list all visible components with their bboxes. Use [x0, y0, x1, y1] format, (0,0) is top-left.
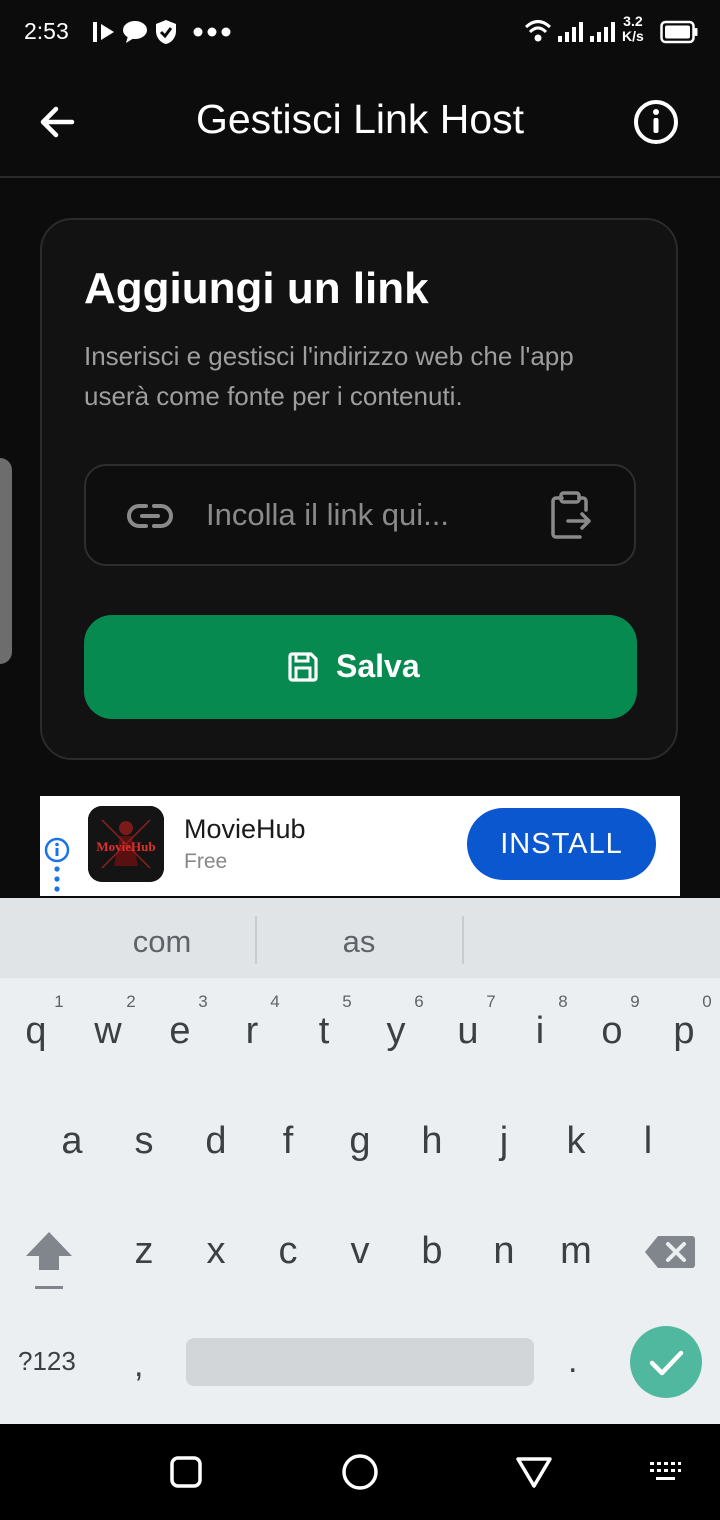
key-j[interactable]: j	[474, 1120, 534, 1163]
page-title: Gestisci Link Host	[195, 96, 525, 142]
key-r[interactable]: r	[222, 1010, 282, 1053]
key-d[interactable]: d	[186, 1120, 246, 1163]
card-description: Inserisci e gestisci l'indirizzo web che…	[84, 341, 574, 411]
info-icon[interactable]	[632, 98, 680, 146]
card-title: Aggiungi un link	[84, 264, 429, 313]
suggestion-divider	[255, 916, 257, 964]
suggestion-divider	[462, 916, 464, 964]
link-input-placeholder: Incolla il link qui...	[206, 497, 449, 532]
key-hint-9: 9	[630, 992, 640, 1011]
period-key[interactable]: .	[568, 1342, 577, 1381]
net-speed-value: 3.2	[623, 13, 643, 29]
back-triangle-icon[interactable]	[514, 1454, 554, 1490]
key-hint-5: 5	[342, 992, 352, 1011]
symbols-key[interactable]: ?123	[18, 1346, 76, 1377]
key-h[interactable]: h	[402, 1120, 462, 1163]
key-hint-2: 2	[126, 992, 136, 1011]
backspace-key-icon[interactable]	[644, 1234, 696, 1270]
key-hint-3: 3	[198, 992, 208, 1011]
key-k[interactable]: k	[546, 1120, 606, 1163]
edge-panel-handle[interactable]	[0, 458, 12, 664]
key-g[interactable]: g	[330, 1120, 390, 1163]
moviehub-app-icon[interactable]: MovieHub	[88, 806, 164, 882]
key-o[interactable]: o	[582, 1010, 642, 1053]
key-n[interactable]: n	[474, 1230, 534, 1273]
key-w[interactable]: w	[78, 1010, 138, 1053]
key-y[interactable]: y	[366, 1010, 426, 1053]
battery-icon	[660, 20, 698, 44]
shield-icon	[156, 20, 176, 44]
link-icon	[127, 504, 173, 528]
svg-text:MovieHub: MovieHub	[96, 839, 155, 854]
key-p[interactable]: p	[654, 1010, 714, 1053]
more-notifications-icon	[193, 27, 231, 37]
key-hint-7: 7	[486, 992, 496, 1011]
key-hint-1: 1	[54, 992, 64, 1011]
key-v[interactable]: v	[330, 1230, 390, 1273]
chat-icon	[123, 21, 147, 43]
space-key[interactable]	[186, 1338, 534, 1386]
net-speed: 3.2 K/s	[622, 14, 644, 44]
shift-key-icon[interactable]	[22, 1230, 76, 1292]
suggestion-2[interactable]: as	[289, 924, 429, 960]
app-bar-divider	[0, 176, 720, 178]
save-icon	[288, 652, 318, 682]
ad-app-name: MovieHub	[184, 814, 306, 844]
suggestion-1[interactable]: com	[92, 924, 232, 960]
net-speed-unit: K/s	[622, 28, 644, 44]
recents-icon[interactable]	[168, 1454, 204, 1490]
key-c[interactable]: c	[258, 1230, 318, 1273]
key-x[interactable]: x	[186, 1230, 246, 1273]
key-e[interactable]: e	[150, 1010, 210, 1053]
key-z[interactable]: z	[114, 1230, 174, 1273]
enter-key[interactable]	[630, 1326, 702, 1398]
key-b[interactable]: b	[402, 1230, 462, 1273]
key-hint-8: 8	[558, 992, 568, 1011]
key-u[interactable]: u	[438, 1010, 498, 1053]
key-q[interactable]: q	[6, 1010, 66, 1053]
status-bar: 2:53 3.2 K/s	[0, 0, 720, 64]
key-f[interactable]: f	[258, 1120, 318, 1163]
key-hint-0: 0	[702, 992, 712, 1011]
signal-2-icon	[590, 22, 615, 42]
key-hint-6: 6	[414, 992, 424, 1011]
app-notification-icon	[93, 22, 114, 42]
key-m[interactable]: m	[546, 1230, 606, 1273]
keyboard-switch-icon[interactable]	[648, 1460, 682, 1484]
checkmark-icon	[649, 1350, 684, 1376]
comma-key[interactable]: ,	[134, 1346, 143, 1385]
key-a[interactable]: a	[42, 1120, 102, 1163]
key-s[interactable]: s	[114, 1120, 174, 1163]
wifi-icon	[524, 20, 552, 42]
key-l[interactable]: l	[618, 1120, 678, 1163]
key-t[interactable]: t	[294, 1010, 354, 1053]
ad-options-icon[interactable]	[54, 866, 60, 892]
ad-info-icon[interactable]	[44, 837, 70, 863]
moviehub-logo-icon: MovieHub	[88, 806, 164, 882]
signal-1-icon	[558, 22, 583, 42]
save-button-label: Salva	[336, 648, 420, 684]
key-i[interactable]: i	[510, 1010, 570, 1053]
home-icon[interactable]	[340, 1452, 380, 1492]
status-time: 2:53	[24, 18, 69, 44]
ad-app-price: Free	[184, 850, 228, 873]
paste-icon[interactable]	[550, 490, 592, 540]
key-hint-4: 4	[270, 992, 280, 1011]
install-button[interactable]: INSTALL	[467, 808, 656, 880]
